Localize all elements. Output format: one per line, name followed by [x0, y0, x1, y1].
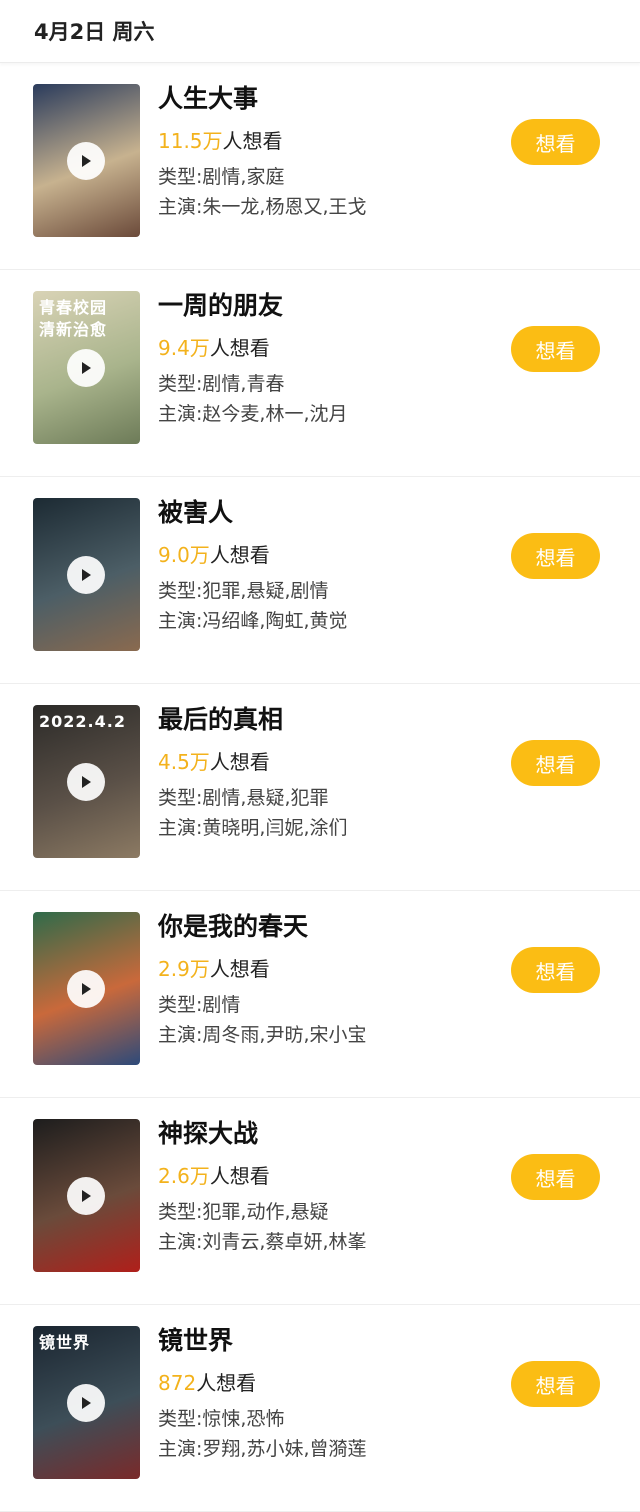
play-button[interactable] [67, 970, 105, 1008]
play-icon [82, 1190, 91, 1202]
want-suffix: 人想看 [209, 336, 270, 360]
movie-list-item[interactable]: 2022.4.2 最后的真相 4.5万人想看 类型:剧情,悬疑,犯罪 主演:黄晓… [0, 684, 640, 891]
movie-title[interactable]: 人生大事 [158, 81, 366, 117]
want-to-see-button[interactable]: 想看 [511, 947, 600, 993]
movie-info: 被害人 9.0万人想看 类型:犯罪,悬疑,剧情 主演:冯绍峰,陶虹,黄觉 [158, 495, 347, 636]
play-icon [82, 1397, 91, 1409]
play-icon [82, 983, 91, 995]
movie-cast: 主演:罗翔,苏小妹,曾漪莲 [158, 1438, 367, 1460]
want-count: 9.0万 [158, 543, 210, 567]
want-suffix: 人想看 [209, 1164, 270, 1188]
poster-text: 青春校园 清新治愈 [39, 298, 108, 339]
movie-title[interactable]: 一周的朋友 [158, 288, 347, 324]
play-button[interactable] [67, 349, 105, 387]
want-to-see-button[interactable]: 想看 [511, 1361, 600, 1407]
movie-title[interactable]: 镜世界 [158, 1323, 366, 1359]
want-count: 9.4万 [158, 336, 210, 360]
movie-poster[interactable]: 镜世界 [33, 1326, 140, 1479]
play-icon [82, 155, 91, 167]
movie-genre: 类型:犯罪,动作,悬疑 [158, 1201, 329, 1223]
want-suffix: 人想看 [209, 957, 270, 981]
movie-cast: 主演:冯绍峰,陶虹,黄觉 [158, 610, 348, 632]
movie-list-item[interactable]: 镜世界 镜世界 872人想看 类型:惊悚,恐怖 主演:罗翔,苏小妹,曾漪莲 想看 [0, 1305, 640, 1512]
movie-poster[interactable] [33, 84, 140, 237]
want-suffix: 人想看 [196, 1371, 257, 1395]
movie-list-item[interactable]: 你是我的春天 2.9万人想看 类型:剧情 主演:周冬雨,尹昉,宋小宝 想看 [0, 891, 640, 1098]
play-button[interactable] [67, 1384, 105, 1422]
want-to-see-button[interactable]: 想看 [511, 1154, 600, 1200]
movie-cast: 主演:黄晓明,闫妮,涂们 [158, 817, 348, 839]
movie-genre: 类型:剧情,青春 [158, 373, 285, 395]
movie-cast: 主演:赵今麦,林一,沈月 [158, 403, 348, 425]
want-count: 2.6万 [158, 1164, 210, 1188]
play-icon [82, 569, 91, 581]
want-to-see-button[interactable]: 想看 [511, 740, 600, 786]
movie-genre: 类型:剧情,悬疑,犯罪 [158, 787, 329, 809]
want-count: 872 [158, 1371, 197, 1395]
movie-info: 最后的真相 4.5万人想看 类型:剧情,悬疑,犯罪 主演:黄晓明,闫妮,涂们 [158, 702, 347, 843]
want-suffix: 人想看 [222, 129, 283, 153]
movie-title[interactable]: 神探大战 [158, 1116, 366, 1152]
want-count-line: 9.0万人想看 [158, 540, 347, 570]
movie-list-item[interactable]: 被害人 9.0万人想看 类型:犯罪,悬疑,剧情 主演:冯绍峰,陶虹,黄觉 想看 [0, 477, 640, 684]
want-to-see-button[interactable]: 想看 [511, 119, 600, 165]
want-count-line: 11.5万人想看 [158, 126, 366, 156]
poster-text: 2022.4.2 [39, 712, 126, 731]
play-button[interactable] [67, 1177, 105, 1215]
movie-info: 神探大战 2.6万人想看 类型:犯罪,动作,悬疑 主演:刘青云,蔡卓妍,林峯 [158, 1116, 366, 1257]
want-suffix: 人想看 [209, 750, 270, 774]
movie-list: 人生大事 11.5万人想看 类型:剧情,家庭 主演:朱一龙,杨恩又,王戈 想看 … [0, 63, 640, 1512]
movie-title[interactable]: 被害人 [158, 495, 347, 531]
movie-title[interactable]: 你是我的春天 [158, 909, 366, 945]
movie-poster[interactable]: 青春校园 清新治愈 [33, 291, 140, 444]
poster-text: 镜世界 [39, 1333, 91, 1352]
play-icon [82, 776, 91, 788]
header-date: 4月2日 周六 [34, 20, 155, 44]
movie-list-item[interactable]: 神探大战 2.6万人想看 类型:犯罪,动作,悬疑 主演:刘青云,蔡卓妍,林峯 想… [0, 1098, 640, 1305]
movie-genre: 类型:惊悚,恐怖 [158, 1408, 285, 1430]
movie-cast: 主演:朱一龙,杨恩又,王戈 [158, 196, 367, 218]
date-header: 4月2日 周六 [0, 0, 640, 63]
want-count-line: 2.6万人想看 [158, 1161, 366, 1191]
movie-poster[interactable]: 2022.4.2 [33, 705, 140, 858]
want-suffix: 人想看 [209, 543, 270, 567]
play-button[interactable] [67, 142, 105, 180]
movie-cast: 主演:周冬雨,尹昉,宋小宝 [158, 1024, 367, 1046]
play-button[interactable] [67, 763, 105, 801]
movie-poster[interactable] [33, 912, 140, 1065]
want-count: 4.5万 [158, 750, 210, 774]
movie-list-item[interactable]: 青春校园 清新治愈 一周的朋友 9.4万人想看 类型:剧情,青春 主演:赵今麦,… [0, 270, 640, 477]
movie-info: 镜世界 872人想看 类型:惊悚,恐怖 主演:罗翔,苏小妹,曾漪莲 [158, 1323, 366, 1464]
movie-poster[interactable] [33, 1119, 140, 1272]
movie-info: 一周的朋友 9.4万人想看 类型:剧情,青春 主演:赵今麦,林一,沈月 [158, 288, 347, 429]
movie-title[interactable]: 最后的真相 [158, 702, 347, 738]
play-icon [82, 362, 91, 374]
movie-genre: 类型:剧情 [158, 994, 241, 1016]
movie-list-item[interactable]: 人生大事 11.5万人想看 类型:剧情,家庭 主演:朱一龙,杨恩又,王戈 想看 [0, 63, 640, 270]
want-count-line: 9.4万人想看 [158, 333, 347, 363]
movie-genre: 类型:剧情,家庭 [158, 166, 285, 188]
want-count: 11.5万 [158, 129, 223, 153]
want-count-line: 2.9万人想看 [158, 954, 366, 984]
movie-info: 你是我的春天 2.9万人想看 类型:剧情 主演:周冬雨,尹昉,宋小宝 [158, 909, 366, 1050]
movie-genre: 类型:犯罪,悬疑,剧情 [158, 580, 329, 602]
movie-cast: 主演:刘青云,蔡卓妍,林峯 [158, 1231, 367, 1253]
movie-poster[interactable] [33, 498, 140, 651]
want-count-line: 4.5万人想看 [158, 747, 347, 777]
want-to-see-button[interactable]: 想看 [511, 533, 600, 579]
want-count: 2.9万 [158, 957, 210, 981]
play-button[interactable] [67, 556, 105, 594]
movie-info: 人生大事 11.5万人想看 类型:剧情,家庭 主演:朱一龙,杨恩又,王戈 [158, 81, 366, 222]
want-to-see-button[interactable]: 想看 [511, 326, 600, 372]
want-count-line: 872人想看 [158, 1368, 366, 1398]
